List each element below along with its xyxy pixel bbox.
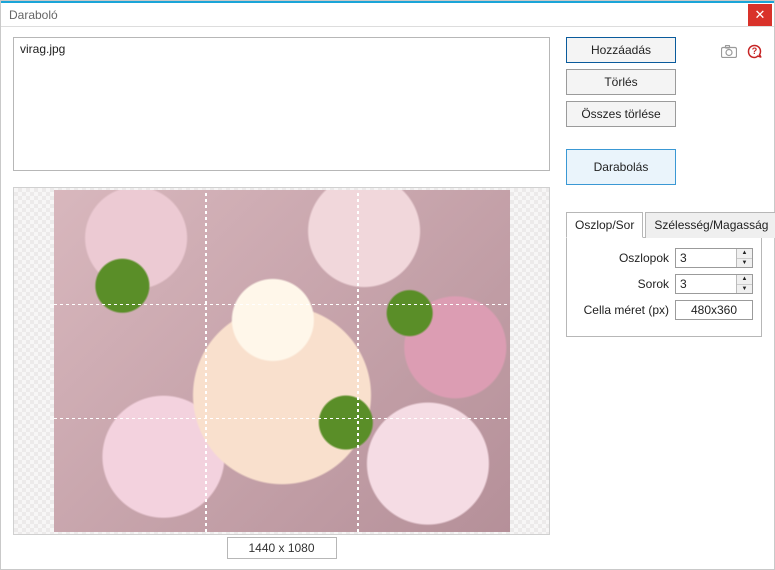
left-pane: virag.jpg 1440 x 1080 [13,37,550,559]
cell-size-value: 480x360 [675,300,753,320]
help-icon[interactable]: ? [747,44,762,63]
grid-line [54,304,510,305]
delete-button-label: Törlés [604,75,637,89]
app-window: Daraboló ✕ virag.jpg 1440 x 1080 [0,0,775,570]
cell-size-label: Cella méret (px) [584,303,669,317]
list-item[interactable]: virag.jpg [20,42,543,56]
columns-label: Oszlopok [619,251,669,265]
content: virag.jpg 1440 x 1080 Hozzáadás [1,27,774,569]
form-row-columns: Oszlopok 3 ▲ ▼ [575,248,753,268]
camera-icon[interactable] [721,45,737,62]
form-row-cell-size: Cella méret (px) 480x360 [575,300,753,320]
preview-area: 1440 x 1080 [13,187,550,559]
delete-all-button[interactable]: Összes törlése [566,101,676,127]
spin-down-icon[interactable]: ▼ [737,285,752,294]
grid-line [205,190,206,532]
window-title: Daraboló [9,8,748,22]
slice-button[interactable]: Darabolás [566,149,676,185]
add-button-label: Hozzáadás [591,43,651,57]
rows-stepper[interactable]: 3 ▲ ▼ [675,274,753,294]
preview-image [54,190,510,532]
rows-label: Sorok [638,277,669,291]
tab-panel: Oszlop/Sor Szélesség/Magasság Oszlopok 3… [566,211,762,337]
svg-text:?: ? [752,46,758,56]
form-row-rows: Sorok 3 ▲ ▼ [575,274,753,294]
delete-button[interactable]: Törlés [566,69,676,95]
tab-width-height[interactable]: Szélesség/Magasság [645,212,775,238]
columns-value[interactable]: 3 [676,249,736,267]
rows-value[interactable]: 3 [676,275,736,293]
grid-line [54,418,510,419]
preview-canvas [13,187,550,535]
tab-label: Oszlop/Sor [575,218,634,232]
slice-button-label: Darabolás [594,160,649,174]
delete-all-button-label: Összes törlése [581,107,660,121]
tab-bar: Oszlop/Sor Szélesség/Magasság [566,211,762,238]
grid-line [357,190,358,532]
spin-up-icon[interactable]: ▲ [737,275,752,285]
image-dimensions: 1440 x 1080 [227,537,337,559]
tab-col-row[interactable]: Oszlop/Sor [566,212,643,238]
add-button[interactable]: Hozzáadás [566,37,676,63]
spin-down-icon[interactable]: ▼ [737,259,752,268]
close-icon: ✕ [755,7,766,23]
columns-stepper[interactable]: 3 ▲ ▼ [675,248,753,268]
right-pane: Hozzáadás ? Tör [566,37,762,559]
titlebar: Daraboló ✕ [1,1,774,27]
spin-up-icon[interactable]: ▲ [737,249,752,259]
close-button[interactable]: ✕ [748,4,772,26]
tab-label: Szélesség/Magasság [654,218,768,232]
top-button-row: Hozzáadás ? [566,37,762,69]
tab-body: Oszlopok 3 ▲ ▼ Sorok 3 [566,238,762,337]
file-list[interactable]: virag.jpg [13,37,550,171]
